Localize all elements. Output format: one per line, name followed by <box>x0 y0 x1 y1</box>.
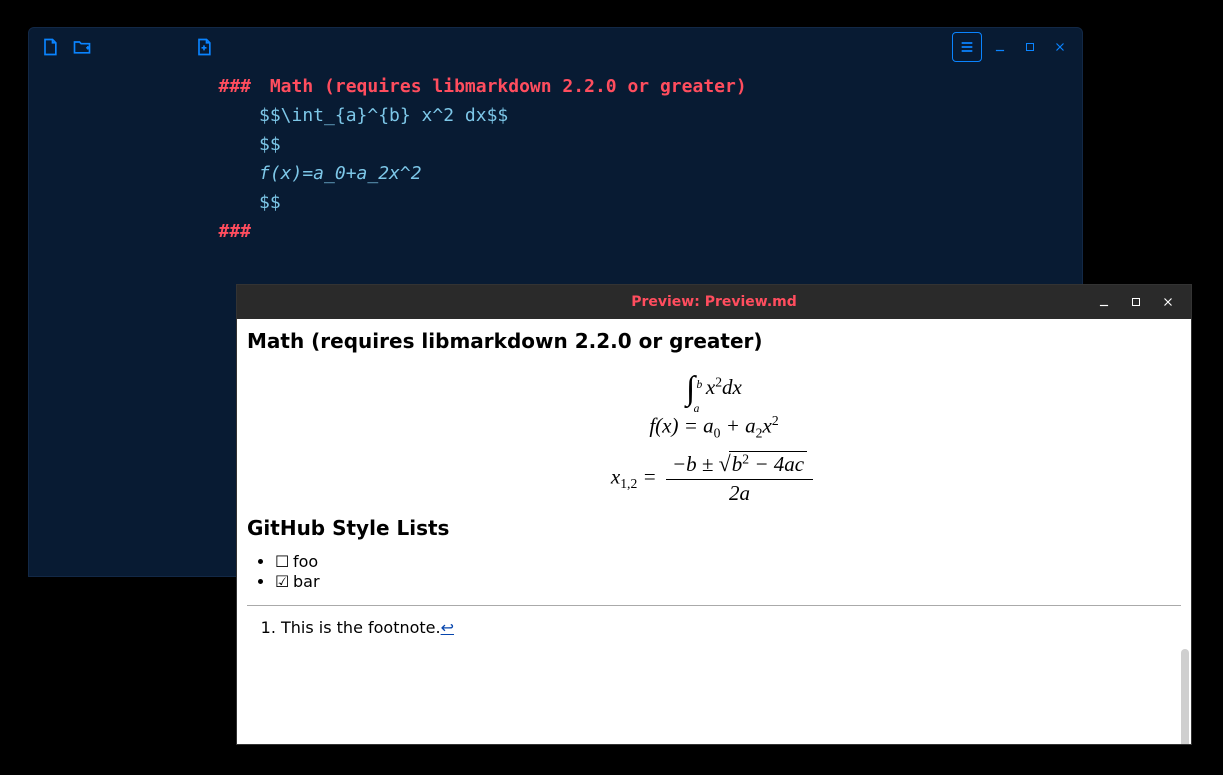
editor-body[interactable]: ### Math (requires libmarkdown 2.2.0 or … <box>29 66 1082 246</box>
task-list: ☐foo ☑bar <box>275 552 1181 591</box>
preview-heading-math: Math (requires libmarkdown 2.2.0 or grea… <box>247 329 1181 353</box>
checkbox-unchecked-icon[interactable]: ☐ <box>275 552 289 571</box>
close-button[interactable] <box>1048 35 1072 59</box>
new-file-icon[interactable] <box>39 36 61 58</box>
math-quadratic: x1,2 = −b ± √b2 − 4ac 2a <box>247 451 1181 506</box>
footnote-separator <box>247 605 1181 606</box>
preview-window: Preview: Preview.md Math (requires libma… <box>237 285 1191 744</box>
footnote-list: This is the footnote.↩ <box>281 618 1181 637</box>
editor-heading: Math (requires libmarkdown 2.2.0 or grea… <box>259 72 747 101</box>
math-integral: ∫ba x2dx <box>247 365 1181 403</box>
preview-body[interactable]: Math (requires libmarkdown 2.2.0 or grea… <box>237 319 1191 744</box>
list-item: ☐foo <box>275 552 1181 571</box>
footnote-backref[interactable]: ↩ <box>441 618 454 637</box>
preview-title: Preview: Preview.md <box>237 294 1191 310</box>
new-folder-icon[interactable] <box>71 36 93 58</box>
heading-marker: ### <box>29 217 259 246</box>
minimize-button[interactable] <box>988 35 1012 59</box>
preview-titlebar[interactable]: Preview: Preview.md <box>237 285 1191 319</box>
editor-text: $$ <box>259 130 281 159</box>
editor-text: f(x)=a_0+a_2x^2 <box>259 159 422 188</box>
math-polynomial: f(x) = a0 + a2x2 <box>247 413 1181 441</box>
scrollbar-thumb[interactable] <box>1181 649 1189 744</box>
heading-marker: ### <box>29 72 259 101</box>
editor-toolbar <box>29 28 1082 66</box>
editor-line: ### Math (requires libmarkdown 2.2.0 or … <box>29 72 1082 101</box>
checkbox-checked-icon[interactable]: ☑ <box>275 572 289 591</box>
open-file-icon[interactable] <box>193 36 215 58</box>
editor-text: $$ <box>259 188 281 217</box>
preview-close-button[interactable] <box>1159 293 1177 311</box>
preview-heading-lists: GitHub Style Lists <box>247 516 1181 540</box>
preview-minimize-button[interactable] <box>1095 293 1113 311</box>
list-item: ☑bar <box>275 572 1181 591</box>
menu-button[interactable] <box>952 32 982 62</box>
footnote-item: This is the footnote.↩ <box>281 618 1181 637</box>
preview-maximize-button[interactable] <box>1127 293 1145 311</box>
editor-text: $$\int_{a}^{b} x^2 dx$$ <box>259 101 508 130</box>
maximize-button[interactable] <box>1018 35 1042 59</box>
